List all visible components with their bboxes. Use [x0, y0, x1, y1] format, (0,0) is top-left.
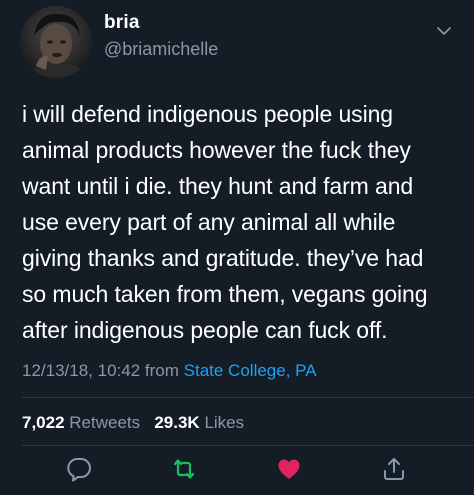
heart-icon[interactable]: [276, 456, 302, 482]
share-icon[interactable]: [381, 456, 407, 482]
divider: [22, 397, 474, 398]
timestamp: 12/13/18, 10:42: [22, 361, 141, 380]
speech-bubble-icon[interactable]: [66, 456, 92, 482]
user-handle[interactable]: @briamichelle: [104, 39, 218, 60]
tweet-meta: 12/13/18, 10:42 from State College, PA: [22, 361, 317, 381]
likes-label: Likes: [204, 413, 245, 432]
avatar[interactable]: [20, 6, 92, 78]
tweet-text: i will defend indigenous people using an…: [22, 101, 428, 343]
chevron-down-icon[interactable]: [437, 26, 451, 36]
engagement-stats: 7,022 Retweets 29.3K Likes: [22, 413, 244, 433]
retweets-label: Retweets: [69, 413, 141, 432]
location-link[interactable]: State College, PA: [184, 361, 317, 380]
retweets-count: 7,022: [22, 413, 65, 432]
tweet-detail: bria @briamichelle i will defend indigen…: [0, 0, 474, 495]
likes-count: 29.3K: [154, 413, 200, 432]
likes-stat[interactable]: 29.3K Likes: [154, 413, 244, 432]
retweets-stat[interactable]: 7,022 Retweets: [22, 413, 145, 432]
profile-photo-icon: [20, 6, 92, 78]
retweet-icon[interactable]: [171, 456, 197, 482]
divider: [22, 445, 474, 446]
display-name[interactable]: bria: [104, 12, 140, 34]
from-label: from: [144, 361, 179, 380]
